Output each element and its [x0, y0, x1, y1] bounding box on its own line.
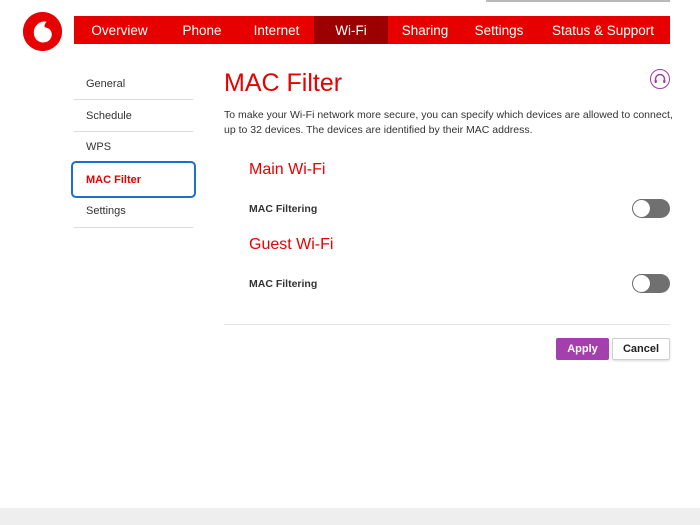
tab-overview[interactable]: Overview: [74, 16, 165, 44]
page-description: To make your Wi-Fi network more secure, …: [224, 109, 673, 136]
cancel-button[interactable]: Cancel: [612, 338, 670, 360]
mac-filtering-label-main: MAC Filtering: [249, 203, 318, 215]
tab-sharing[interactable]: Sharing: [388, 16, 462, 44]
section-heading-main-wifi: Main Wi-Fi: [249, 161, 326, 178]
tab-phone[interactable]: Phone: [165, 16, 239, 44]
headset-icon[interactable]: [650, 69, 670, 89]
mac-filtering-toggle-guest[interactable]: [632, 274, 670, 293]
vodafone-logo-icon[interactable]: [23, 12, 62, 51]
mac-filtering-label-guest: MAC Filtering: [249, 278, 318, 290]
apply-button[interactable]: Apply: [556, 338, 609, 360]
sidebar-item-schedule[interactable]: Schedule: [74, 100, 193, 132]
sidebar-item-settings[interactable]: Settings: [74, 196, 193, 228]
tab-internet[interactable]: Internet: [239, 16, 314, 44]
sidebar-item-mac-filter[interactable]: MAC Filter: [71, 161, 196, 199]
tab-settings[interactable]: Settings: [462, 16, 536, 44]
divider: [224, 324, 670, 325]
footer-bar: [0, 508, 700, 525]
toggle-knob: [633, 275, 650, 292]
scrollbar-indicator[interactable]: [486, 0, 670, 2]
sidebar-item-general[interactable]: General: [74, 69, 193, 101]
page-title: MAC Filter: [224, 69, 343, 97]
sidebar-navigation: General Schedule WPS MAC Filter Settings: [71, 69, 196, 228]
sidebar-item-wps[interactable]: WPS: [74, 132, 193, 164]
top-navigation: Overview Phone Internet Wi-Fi Sharing Se…: [74, 16, 670, 44]
tab-wifi[interactable]: Wi-Fi: [314, 16, 388, 44]
section-heading-guest-wifi: Guest Wi-Fi: [249, 236, 334, 253]
tab-status-support[interactable]: Status & Support: [536, 16, 670, 44]
toggle-knob: [633, 200, 650, 217]
mac-filtering-toggle-main[interactable]: [632, 199, 670, 218]
